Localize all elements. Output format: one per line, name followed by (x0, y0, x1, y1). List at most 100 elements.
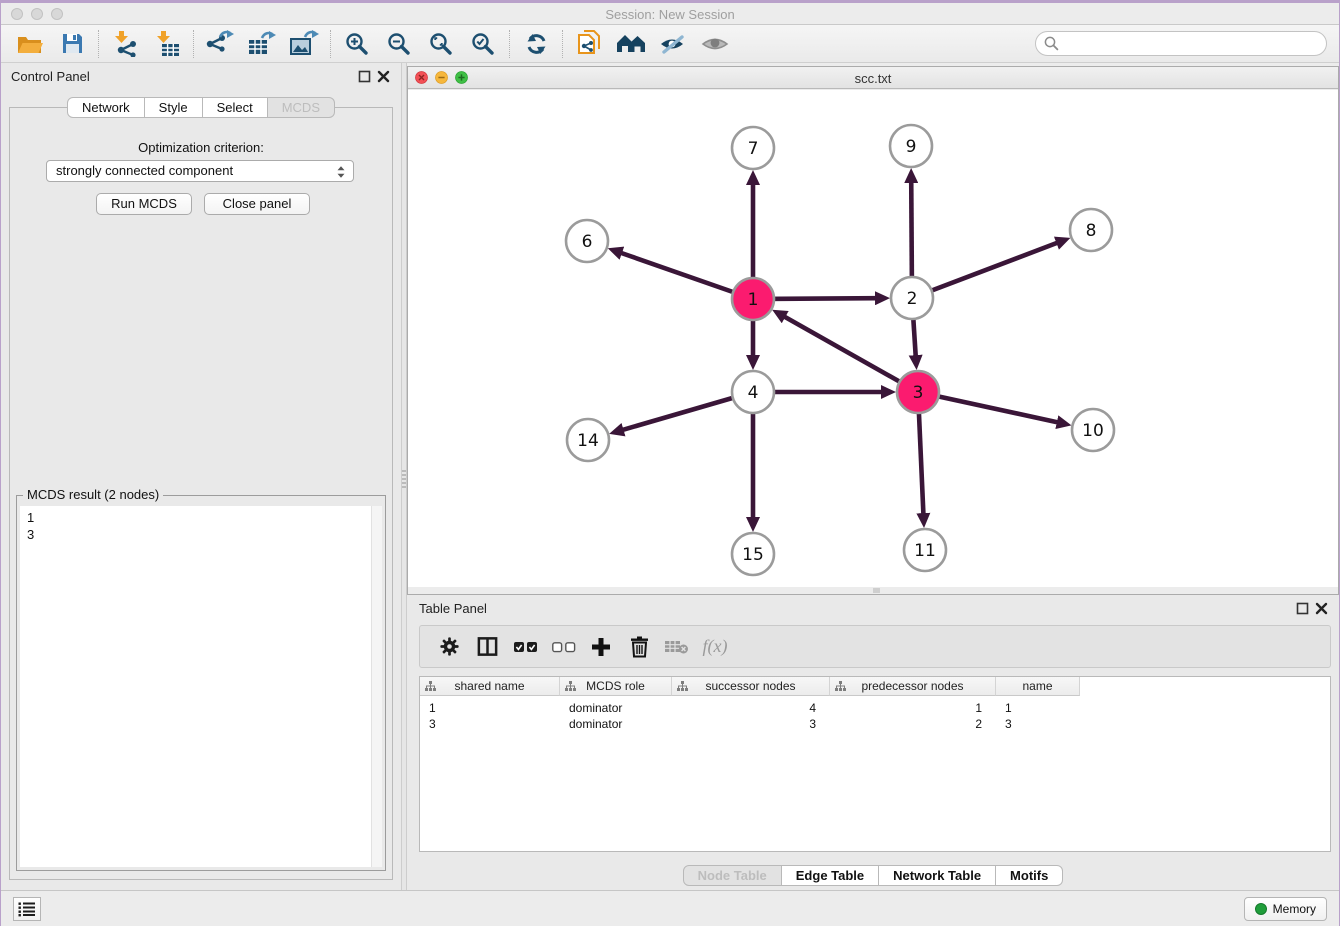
table-cell[interactable]: 3 (996, 716, 1080, 733)
graph-node-2[interactable]: 2 (891, 277, 933, 319)
column-header-shared-name[interactable]: shared name (420, 677, 560, 696)
float-table-panel-icon[interactable] (1296, 602, 1309, 615)
zoom-fit-button[interactable] (420, 28, 462, 60)
hierarchy-icon (835, 681, 846, 692)
run-mcds-button[interactable]: Run MCDS (96, 193, 192, 215)
tab-node-table[interactable]: Node Table (683, 865, 782, 886)
network-window-titlebar[interactable]: scc.txt (408, 67, 1338, 89)
deselect-all-button[interactable] (544, 630, 582, 664)
graph-node-14[interactable]: 14 (567, 419, 609, 461)
first-neighbors-button[interactable] (568, 28, 610, 60)
column-header-predecessor-nodes[interactable]: predecessor nodes (830, 677, 996, 696)
tab-motifs[interactable]: Motifs (996, 865, 1063, 886)
graph-node-9[interactable]: 9 (890, 125, 932, 167)
graph-node-6[interactable]: 6 (566, 220, 608, 262)
export-network-icon (206, 30, 234, 57)
table-cell[interactable]: 4 (672, 700, 830, 717)
split-view-button[interactable] (468, 630, 506, 664)
column-header-successor-nodes[interactable]: successor nodes (672, 677, 830, 696)
export-table-button[interactable] (241, 28, 283, 60)
tab-style[interactable]: Style (145, 97, 203, 118)
divider-grip-icon (402, 470, 406, 490)
close-panel-icon[interactable] (377, 70, 390, 83)
open-folder-icon (16, 32, 44, 56)
graph-node-10[interactable]: 10 (1072, 409, 1114, 451)
svg-text:15: 15 (742, 545, 764, 565)
eye-icon (701, 32, 729, 56)
node-table[interactable]: shared nameMCDS rolesuccessor nodesprede… (419, 676, 1331, 852)
export-image-button[interactable] (283, 28, 325, 60)
column-header-name[interactable]: name (996, 677, 1080, 696)
criterion-select[interactable]: strongly connected component (46, 160, 354, 182)
table-cell[interactable]: 1 (996, 700, 1080, 717)
table-settings-button[interactable] (430, 630, 468, 664)
chevron-up-down-icon (334, 164, 348, 180)
tab-network[interactable]: Network (67, 97, 145, 118)
table-cell[interactable]: 1 (420, 700, 560, 717)
graph-node-11[interactable]: 11 (904, 529, 946, 571)
apply-layout-button[interactable] (515, 28, 557, 60)
select-all-button[interactable] (506, 630, 544, 664)
float-panel-icon[interactable] (358, 70, 371, 83)
svg-text:9: 9 (906, 137, 917, 157)
search-input[interactable] (1035, 31, 1327, 56)
table-cell[interactable]: 2 (830, 716, 996, 733)
plus-icon (590, 636, 612, 658)
network-canvas[interactable]: 7 9 6 8 1 2 4 3 14 10 15 11 (408, 90, 1338, 587)
tab-select[interactable]: Select (203, 97, 268, 118)
table-cell[interactable]: dominator (560, 716, 672, 733)
zoom-selected-button[interactable] (462, 28, 504, 60)
table-cell[interactable]: 3 (420, 716, 560, 733)
delete-table-button[interactable] (658, 630, 696, 664)
function-builder-button[interactable]: f(x) (696, 630, 734, 664)
graph-edge-3-1[interactable] (784, 317, 918, 392)
show-all-button[interactable] (694, 28, 736, 60)
network-window: scc.txt 7 9 6 8 1 2 4 3 14 10 15 11 (407, 66, 1339, 595)
graph-node-7[interactable]: 7 (732, 127, 774, 169)
graph-edge-2-8[interactable] (912, 243, 1057, 298)
svg-text:6: 6 (582, 232, 593, 252)
import-network-icon (112, 30, 139, 57)
zoom-in-button[interactable] (336, 28, 378, 60)
table-cell[interactable]: 1 (830, 700, 996, 717)
import-table-button[interactable] (146, 28, 188, 60)
close-panel-button[interactable]: Close panel (204, 193, 310, 215)
mcds-result-legend: MCDS result (2 nodes) (23, 487, 163, 502)
graph-node-4[interactable]: 4 (732, 371, 774, 413)
open-session-button[interactable] (9, 28, 51, 60)
table-cell[interactable]: dominator (560, 700, 672, 717)
add-column-button[interactable] (582, 630, 620, 664)
tab-network-table[interactable]: Network Table (879, 865, 996, 886)
criterion-value: strongly connected component (56, 163, 233, 178)
graph-node-8[interactable]: 8 (1070, 209, 1112, 251)
graph-node-1[interactable]: 1 (732, 278, 774, 320)
delete-column-button[interactable] (620, 630, 658, 664)
result-scrollbar[interactable] (371, 506, 382, 867)
tab-mcds[interactable]: MCDS (268, 97, 335, 118)
home-button[interactable] (610, 28, 652, 60)
trash-icon (629, 635, 650, 658)
import-table-icon (154, 30, 181, 57)
import-network-button[interactable] (104, 28, 146, 60)
column-header-MCDS-role[interactable]: MCDS role (560, 677, 672, 696)
export-image-icon (289, 30, 319, 57)
task-history-button[interactable] (13, 897, 41, 921)
zoom-out-button[interactable] (378, 28, 420, 60)
mcds-result-text[interactable]: 1 3 (20, 506, 382, 867)
tab-edge-table[interactable]: Edge Table (782, 865, 879, 886)
graph-node-15[interactable]: 15 (732, 533, 774, 575)
list-icon (18, 901, 36, 917)
zoom-in-icon (345, 32, 369, 56)
window-title: Session: New Session (1, 7, 1339, 22)
memory-button[interactable]: Memory (1244, 897, 1327, 921)
graph-node-3[interactable]: 3 (897, 371, 939, 413)
title-bar: Session: New Session (1, 3, 1339, 25)
resize-grip-icon[interactable] (873, 588, 880, 593)
save-session-button[interactable] (51, 28, 93, 60)
table-cell[interactable]: 3 (672, 716, 830, 733)
toolbar-separator (98, 30, 99, 58)
export-network-button[interactable] (199, 28, 241, 60)
hide-selected-button[interactable] (652, 28, 694, 60)
close-table-panel-icon[interactable] (1315, 602, 1328, 615)
network-window-title: scc.txt (408, 71, 1338, 86)
